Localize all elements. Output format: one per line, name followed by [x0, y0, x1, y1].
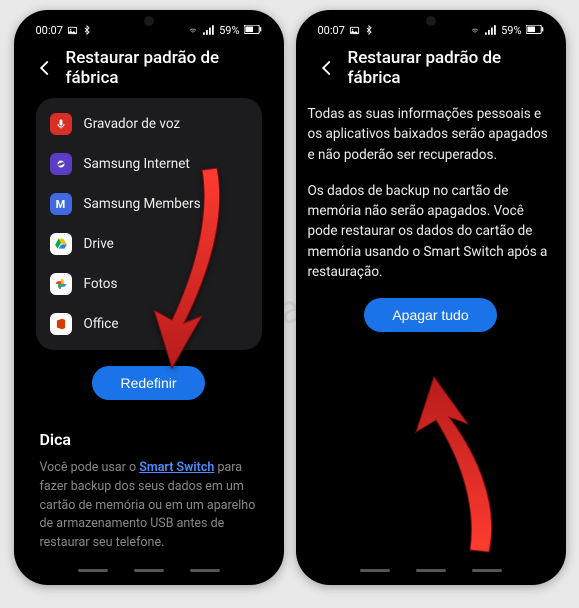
erase-all-button[interactable]: Apagar tudo — [364, 298, 496, 332]
app-row-fotos: Fotos — [36, 264, 262, 304]
app-label: Samsung Members — [84, 196, 201, 212]
annotation-arrow — [394, 368, 514, 562]
info-paragraph-2: Os dados de backup no cartão de memória … — [308, 181, 554, 282]
apps-list-card: Gravador de voz Samsung Internet M Samsu… — [36, 98, 262, 350]
app-row-drive: Drive — [36, 224, 262, 264]
app-label: Office — [84, 316, 119, 332]
wifi-icon — [187, 25, 199, 35]
signal-icon — [485, 25, 497, 35]
google-photos-icon — [50, 273, 72, 295]
header: Restaurar padrão de fábrica — [22, 40, 276, 98]
app-label: Drive — [84, 236, 114, 252]
app-row-voice: Gravador de voz — [36, 104, 262, 144]
battery-icon — [526, 25, 544, 35]
camera-notch — [144, 16, 154, 26]
voice-recorder-icon — [50, 113, 72, 135]
nav-bar[interactable] — [360, 569, 502, 572]
back-icon[interactable] — [318, 59, 336, 77]
wifi-icon — [469, 25, 481, 35]
header: Restaurar padrão de fábrica — [304, 40, 558, 98]
app-row-members: M Samsung Members — [36, 184, 262, 224]
tip-text: Você pode usar o Smart Switch para fazer… — [40, 459, 258, 553]
app-label: Fotos — [84, 276, 118, 292]
tip-title: Dica — [40, 430, 258, 449]
samsung-internet-icon — [50, 153, 72, 175]
reset-button[interactable]: Redefinir — [92, 366, 204, 400]
signal-icon — [203, 25, 215, 35]
samsung-members-icon: M — [50, 193, 72, 215]
phone-left: 00:07 59% — [14, 10, 284, 585]
screen-left: 00:07 59% — [22, 18, 276, 577]
battery-percent: 59% — [501, 24, 521, 37]
battery-icon — [244, 25, 262, 35]
status-time: 00:07 — [318, 24, 345, 37]
phone-right: 00:07 59% — [296, 10, 566, 585]
app-label: Gravador de voz — [84, 116, 181, 132]
back-icon[interactable] — [36, 59, 54, 77]
app-row-office: Office — [36, 304, 262, 344]
page-title: Restaurar padrão de fábrica — [66, 48, 262, 88]
app-row-internet: Samsung Internet — [36, 144, 262, 184]
google-drive-icon — [50, 233, 72, 255]
bluetooth-icon — [82, 25, 92, 35]
image-icon — [67, 25, 78, 36]
office-icon — [50, 313, 72, 335]
info-paragraph-1: Todas as suas informações pessoais e os … — [308, 104, 554, 165]
smart-switch-link[interactable]: Smart Switch — [139, 460, 214, 475]
bluetooth-icon — [364, 25, 374, 35]
camera-notch — [426, 16, 436, 26]
tip-section: Dica Você pode usar o Smart Switch para … — [36, 430, 262, 553]
app-label: Samsung Internet — [84, 156, 190, 172]
battery-percent: 59% — [219, 24, 239, 37]
screen-right: 00:07 59% — [304, 18, 558, 577]
nav-bar[interactable] — [78, 569, 220, 572]
tip-text-before: Você pode usar o — [40, 460, 140, 475]
image-icon — [349, 25, 360, 36]
page-title: Restaurar padrão de fábrica — [348, 48, 544, 88]
info-text: Todas as suas informações pessoais e os … — [304, 98, 558, 332]
status-time: 00:07 — [36, 24, 63, 37]
